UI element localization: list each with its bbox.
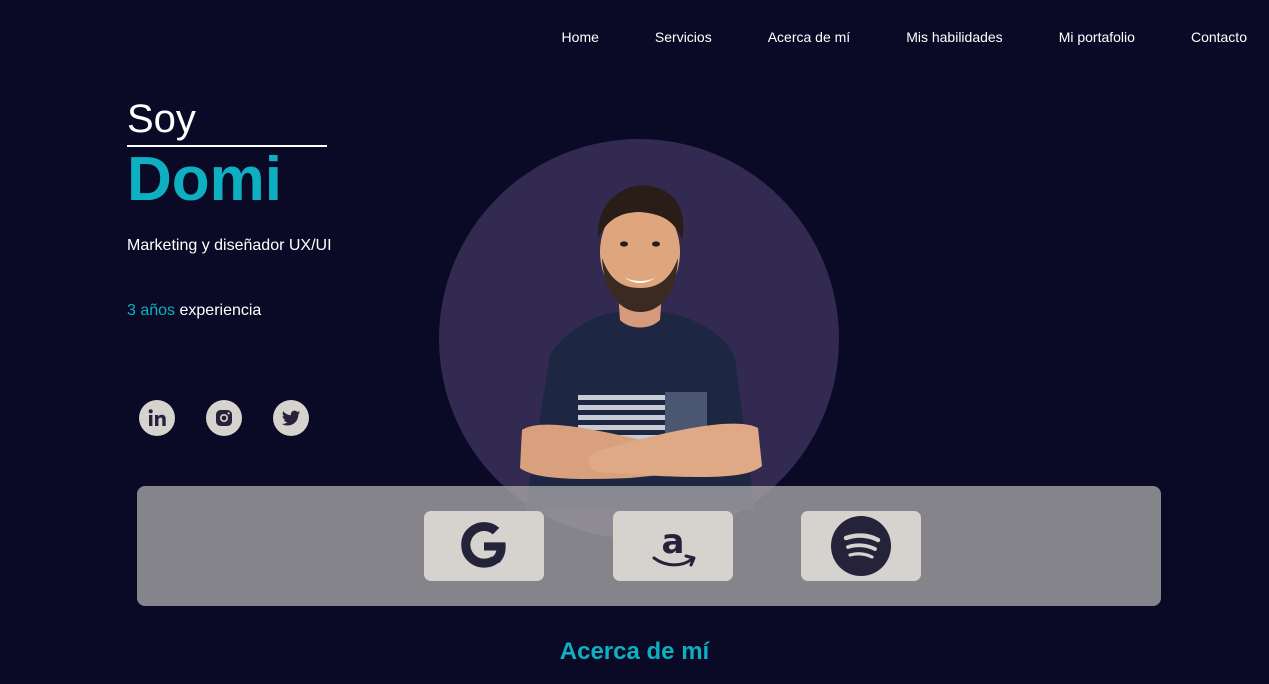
brands-panel: a — [137, 486, 1161, 606]
nav-habilidades[interactable]: Mis habilidades — [906, 29, 1003, 45]
hero-greeting: Soy — [127, 97, 196, 141]
hero-role: Marketing y diseñador UX/UI — [127, 237, 332, 254]
nav-acerca[interactable]: Acerca de mí — [768, 29, 850, 45]
nav-portafolio[interactable]: Mi portafolio — [1059, 29, 1135, 45]
hero-name: Domi — [127, 145, 282, 214]
nav-home[interactable]: Home — [562, 29, 599, 45]
amazon-icon[interactable]: a — [613, 511, 733, 581]
spotify-icon[interactable] — [801, 511, 921, 581]
main-nav: Home Servicios Acerca de mí Mis habilida… — [506, 0, 1269, 74]
experience-label: experiencia — [175, 302, 262, 319]
profile-photo — [520, 185, 762, 510]
linkedin-icon[interactable] — [139, 400, 175, 436]
hero-experience: 3 años experiencia — [127, 301, 261, 321]
nav-contacto[interactable]: Contacto — [1191, 29, 1247, 45]
experience-years: 3 años — [127, 302, 176, 319]
google-icon[interactable] — [424, 511, 544, 581]
nav-servicios[interactable]: Servicios — [655, 29, 712, 45]
svg-text:a: a — [662, 522, 685, 562]
twitter-icon[interactable] — [273, 400, 309, 436]
about-section-title: Acerca de mí — [559, 638, 710, 665]
instagram-icon[interactable] — [206, 400, 242, 436]
